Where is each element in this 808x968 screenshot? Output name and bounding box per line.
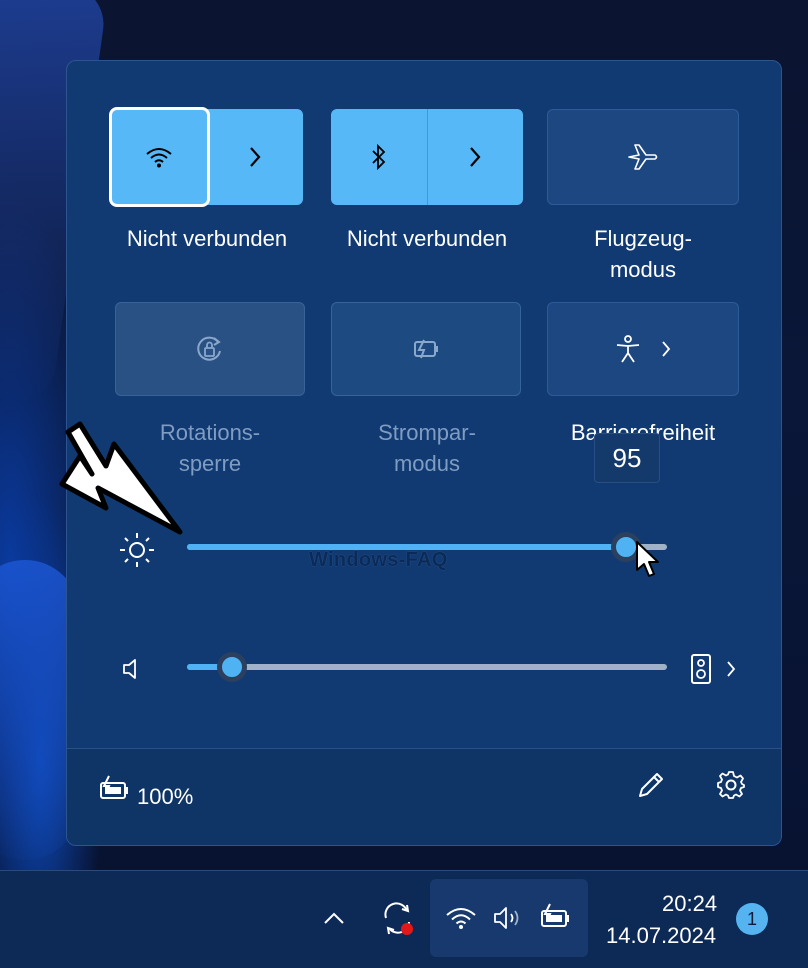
speaker-device-icon — [691, 654, 711, 684]
wifi-tile[interactable] — [109, 107, 304, 207]
bluetooth-tile-label: Nicht verbunden — [346, 226, 508, 251]
speaker-icon[interactable] — [121, 657, 147, 681]
wifi-toggle-button[interactable] — [109, 107, 210, 207]
bluetooth-icon — [372, 143, 386, 171]
battery-saver-icon — [414, 339, 438, 359]
chevron-right-icon — [662, 341, 671, 357]
clock-time[interactable]: 20:24 — [662, 891, 717, 917]
battery-charging-icon[interactable] — [97, 775, 131, 803]
battery-charging-icon — [541, 903, 569, 927]
clock-date[interactable]: 14.07.2024 — [606, 923, 716, 949]
audio-output-button[interactable] — [689, 653, 737, 685]
rotation-lock-tile[interactable] — [115, 302, 305, 396]
bluetooth-expand-button[interactable] — [428, 109, 524, 205]
bluetooth-toggle-button[interactable] — [331, 109, 428, 205]
battery-saver-tile[interactable] — [331, 302, 521, 396]
brightness-value-tooltip: 95 — [594, 433, 660, 483]
accessibility-tile[interactable] — [547, 302, 739, 396]
speaker-icon — [494, 907, 519, 929]
airplane-mode-tile-label: Flugzeug- modus — [594, 226, 692, 282]
accessibility-icon — [616, 335, 640, 363]
mouse-cursor-icon — [636, 541, 659, 577]
taskbar: 20:24 14.07.2024 — [0, 870, 808, 968]
bluetooth-tile[interactable] — [331, 109, 523, 205]
chevron-right-icon — [727, 661, 736, 677]
sync-alert-icon[interactable] — [380, 901, 418, 939]
volume-slider[interactable] — [187, 664, 667, 670]
battery-saver-tile-label: Strompar- modus — [378, 420, 476, 476]
wifi-tile-label: Nicht verbunden — [126, 226, 288, 251]
wifi-expand-button[interactable] — [208, 109, 304, 205]
chevron-right-icon — [470, 147, 481, 167]
rotation-lock-icon — [197, 336, 221, 361]
network-volume-battery-tray[interactable] — [430, 879, 588, 957]
volume-slider-thumb[interactable] — [217, 652, 247, 682]
airplane-icon — [628, 144, 658, 170]
gear-icon[interactable] — [715, 769, 747, 801]
wifi-icon — [146, 148, 172, 168]
annotation-arrow — [59, 421, 183, 535]
battery-percentage: 100% — [137, 784, 194, 809]
notification-badge[interactable]: 1 — [736, 903, 768, 935]
pencil-icon[interactable] — [635, 769, 667, 801]
wifi-icon — [446, 908, 476, 929]
chevron-up-icon[interactable] — [322, 909, 346, 927]
airplane-mode-tile[interactable] — [547, 109, 739, 205]
chevron-right-icon — [250, 147, 261, 167]
watermark-text: Windows-FAQ — [309, 549, 448, 571]
